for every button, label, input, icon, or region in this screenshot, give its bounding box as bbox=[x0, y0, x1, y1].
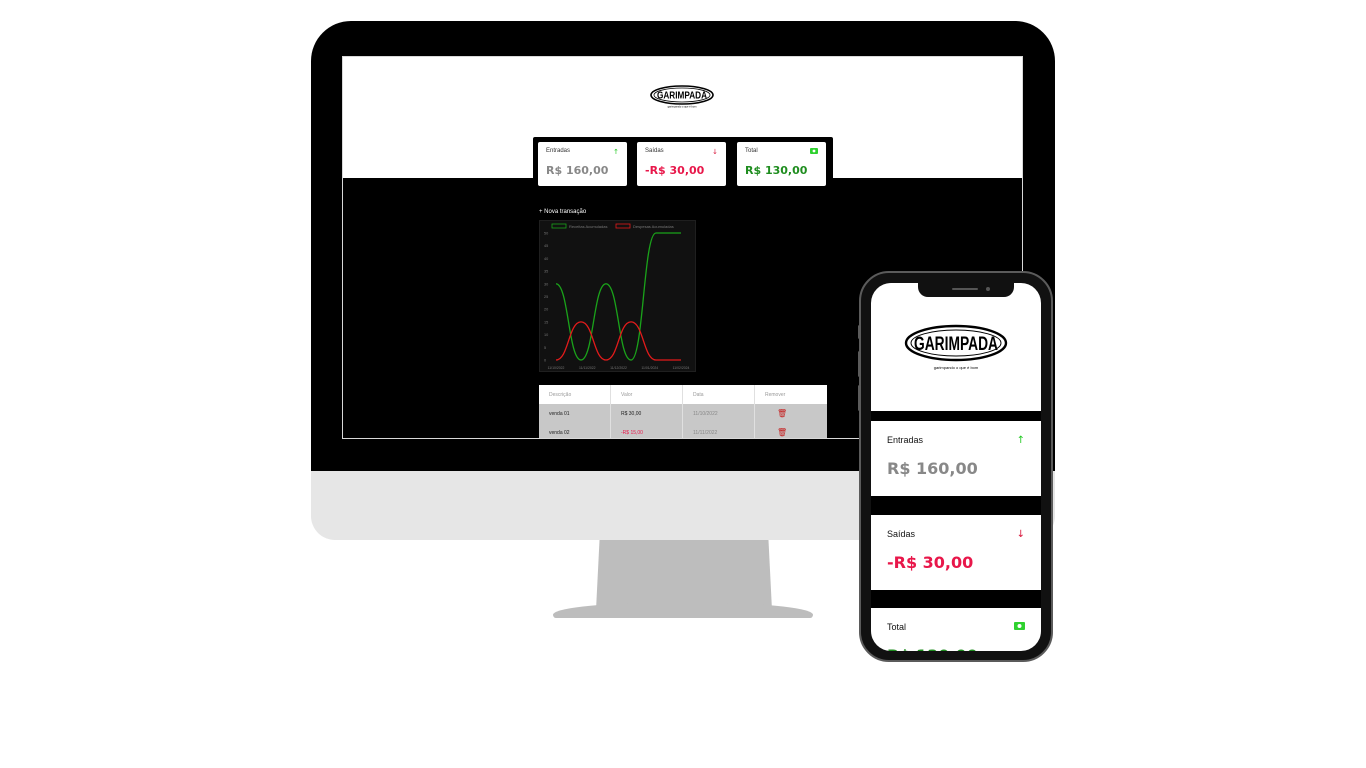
camera-icon bbox=[986, 287, 990, 291]
table-header-row: Descrição Valor Data Remover bbox=[539, 385, 827, 404]
legend-label: Despesas Acumuladas bbox=[633, 224, 674, 229]
transactions-table: Descrição Valor Data Remover venda 01 R$… bbox=[539, 385, 827, 438]
arrow-up-icon: ↑ bbox=[613, 148, 619, 156]
y-tick-label: 50 bbox=[544, 232, 548, 236]
speaker-icon bbox=[952, 288, 978, 290]
row-date: 11/11/2022 bbox=[683, 423, 755, 438]
total-value: R$ 130,00 bbox=[745, 164, 808, 177]
row-value: -R$ 15,00 bbox=[611, 423, 683, 438]
phone-side-button bbox=[858, 325, 861, 339]
y-tick-label: 45 bbox=[544, 244, 548, 248]
row-remove-cell: 🗑 bbox=[755, 404, 827, 423]
mobile-header: GARIMPADA garimpando o que é bom bbox=[871, 283, 1041, 411]
x-tick-label: 11/01/2024 bbox=[641, 366, 658, 370]
y-tick-label: 35 bbox=[544, 270, 548, 274]
legend-label: Receitas Acumuladas bbox=[569, 224, 607, 229]
money-icon bbox=[810, 148, 818, 156]
y-tick-label: 25 bbox=[544, 295, 548, 299]
x-tick-label: 11/02/2024 bbox=[673, 366, 690, 370]
phone-screen: GARIMPADA garimpando o que é bom Entrada… bbox=[871, 283, 1041, 651]
table-row: venda 01 R$ 30,00 11/10/2022 🗑 bbox=[539, 404, 827, 423]
expense-value: -R$ 30,00 bbox=[645, 164, 705, 177]
total-card: Total R$ 130,00 bbox=[737, 142, 826, 186]
row-description: venda 01 bbox=[539, 404, 611, 423]
expense-label: Saídas bbox=[645, 148, 664, 154]
header-value: Valor bbox=[611, 385, 683, 404]
trash-icon[interactable]: 🗑 bbox=[777, 409, 787, 418]
total-label: Total bbox=[745, 148, 758, 154]
arrow-down-icon: ↓ bbox=[712, 148, 718, 156]
money-icon bbox=[1014, 622, 1025, 633]
legend-swatch bbox=[615, 223, 631, 229]
x-tick-label: 11/10/2022 bbox=[548, 366, 565, 370]
y-tick-label: 0 bbox=[544, 359, 546, 363]
new-transaction-button[interactable]: + Nova transação bbox=[539, 209, 586, 215]
y-tick-label: 40 bbox=[544, 257, 548, 261]
mockup-stage: GARIMPADA garimpando o que é bom Entrada… bbox=[0, 0, 1366, 768]
row-description: venda 02 bbox=[539, 423, 611, 438]
expense-value: -R$ 30,00 bbox=[887, 553, 974, 572]
trash-icon[interactable]: 🗑 bbox=[777, 428, 787, 437]
expense-label: Saídas bbox=[887, 529, 916, 539]
income-label: Entradas bbox=[546, 148, 571, 154]
row-remove-cell: 🗑 bbox=[755, 423, 827, 438]
legend-swatch bbox=[551, 223, 567, 229]
phone-side-button bbox=[858, 351, 861, 377]
expense-card: Saídas ↓ -R$ 30,00 bbox=[637, 142, 726, 186]
header-remove: Remover bbox=[765, 391, 786, 398]
mobile-expense-card: Saídas ↓ -R$ 30,00 bbox=[871, 515, 1041, 590]
income-card: Entradas ↑ R$ 160,00 bbox=[538, 142, 627, 186]
y-tick-label: 20 bbox=[544, 308, 548, 312]
cumulative-chart: Receitas Acumuladas Despesas Acumuladas 0 5… bbox=[539, 220, 696, 372]
arrow-down-icon: ↓ bbox=[1016, 529, 1025, 540]
row-date: 11/10/2022 bbox=[683, 404, 755, 423]
arrow-up-icon: ↑ bbox=[1016, 435, 1025, 446]
total-value: R$ 130,00 bbox=[887, 646, 978, 651]
income-value: R$ 160,00 bbox=[546, 164, 609, 177]
mobile-total-card: Total R$ 130,00 bbox=[871, 608, 1041, 651]
monitor-stand-neck bbox=[596, 540, 772, 610]
svg-text:GARIMPADA: GARIMPADA bbox=[657, 91, 707, 102]
y-tick-label: 10 bbox=[544, 333, 548, 337]
income-value: R$ 160,00 bbox=[887, 459, 978, 478]
phone-side-button bbox=[858, 385, 861, 411]
monitor-stand-base bbox=[553, 603, 813, 618]
y-tick-label: 5 bbox=[544, 346, 546, 350]
row-value: R$ 30,00 bbox=[611, 404, 683, 423]
chart-svg: Receitas Acumuladas Despesas Acumuladas 0 5… bbox=[544, 223, 690, 370]
phone-notch bbox=[918, 283, 1014, 297]
svg-text:GARIMPADA: GARIMPADA bbox=[914, 334, 998, 355]
income-label: Entradas bbox=[887, 435, 924, 445]
phone-frame: GARIMPADA garimpando o que é bom Entrada… bbox=[858, 271, 1053, 662]
table-row: venda 02 -R$ 15,00 11/11/2022 🗑 bbox=[539, 423, 827, 438]
header-description: Descrição bbox=[539, 385, 611, 404]
x-tick-label: 11/12/2022 bbox=[610, 366, 627, 370]
garimpada-logo: GARIMPADA garimpando o que é bom bbox=[650, 85, 714, 109]
series-line bbox=[555, 321, 681, 361]
svg-text:garimpando o que é bom: garimpando o que é bom bbox=[934, 365, 979, 370]
header-date: Data bbox=[683, 385, 755, 404]
y-tick-label: 15 bbox=[544, 320, 548, 324]
total-label: Total bbox=[887, 622, 907, 632]
garimpada-logo: GARIMPADA garimpando o que é bom bbox=[904, 324, 1008, 370]
summary-cards: Entradas ↑ R$ 160,00 Saídas ↓ -R$ 30,00 … bbox=[533, 137, 833, 187]
svg-text:garimpando o que é bom: garimpando o que é bom bbox=[668, 105, 697, 109]
mobile-income-card: Entradas ↑ R$ 160,00 bbox=[871, 421, 1041, 496]
x-tick-label: 11/11/2022 bbox=[579, 366, 596, 370]
y-tick-label: 30 bbox=[544, 282, 548, 286]
